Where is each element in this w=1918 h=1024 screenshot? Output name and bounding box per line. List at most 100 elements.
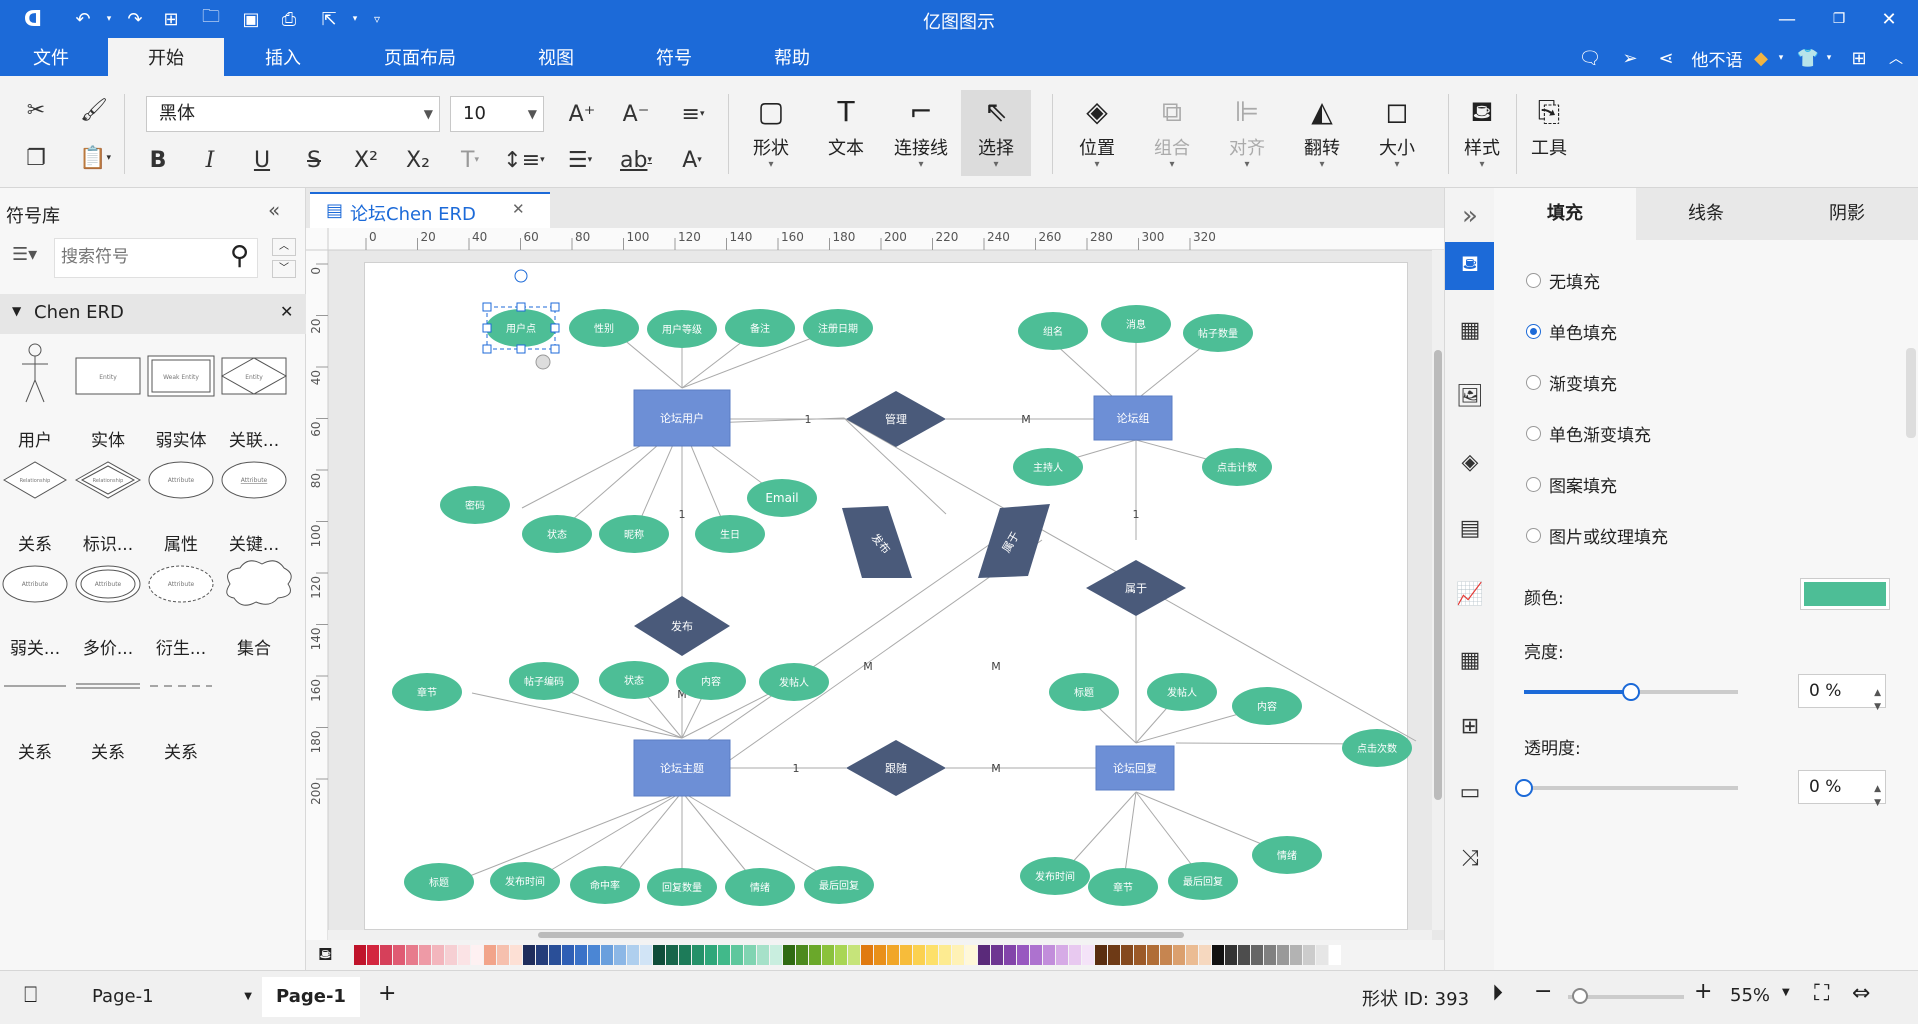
attribute[interactable]: 发布时间	[1020, 857, 1090, 895]
attribute[interactable]: 用户点	[486, 309, 556, 347]
color-swatch[interactable]	[770, 945, 782, 965]
shape-entity[interactable]: Entity	[75, 357, 141, 395]
play-icon[interactable]: ⏵	[1492, 981, 1503, 1006]
scroll-down-icon[interactable]: ﹀	[272, 260, 296, 278]
shape-relationship[interactable]: Relationship	[3, 461, 67, 499]
send-icon[interactable]: ➢	[1616, 44, 1644, 72]
zoom-dropdown-icon[interactable]: ▼	[1782, 987, 1790, 998]
attribute[interactable]: 密码	[440, 486, 510, 524]
vip-diamond-icon[interactable]: ◆	[1748, 44, 1774, 72]
zoom-slider[interactable]	[1568, 988, 1684, 1004]
align-button[interactable]: ⊫ 对齐 ▾	[1212, 90, 1282, 176]
shape-weak-key-attribute[interactable]: Attribute	[2, 565, 68, 603]
color-swatch[interactable]	[744, 945, 756, 965]
fill-option-none[interactable]: 无填充	[1526, 268, 1600, 293]
entity-user[interactable]: 论坛用户	[633, 389, 731, 447]
zoom-in-icon[interactable]: +	[1694, 979, 1712, 1004]
color-swatch[interactable]	[913, 945, 925, 965]
er-diagram[interactable]: 1 M 1 1 M M M 1 M 论坛用户 论坛组论坛主题 论坛回复管理跟随属于发…	[306, 188, 1444, 940]
search-input[interactable]	[61, 247, 211, 267]
entity-board[interactable]: 论坛组	[1093, 395, 1173, 441]
line-spacing-icon[interactable]: ↕≡ ▾	[500, 142, 548, 178]
apps-grid-icon[interactable]: ⊞	[1844, 44, 1874, 72]
attribute[interactable]: 帖子数量	[1183, 314, 1253, 352]
share-icon[interactable]: ⋖	[1652, 44, 1680, 72]
bullet-list-icon[interactable]: ☰ ▾	[556, 142, 604, 178]
entity-reply[interactable]: 论坛回复	[1095, 745, 1175, 791]
fill-option-gradient[interactable]: 渐变填充	[1526, 370, 1617, 395]
relationship[interactable]: 属于	[1086, 560, 1186, 616]
position-button[interactable]: ◈ 位置 ▾	[1062, 90, 1132, 176]
attribute[interactable]: 情绪	[1252, 836, 1322, 874]
attribute[interactable]: 标题	[404, 863, 474, 901]
zoom-level[interactable]: 55%	[1730, 985, 1770, 1006]
text-style-icon[interactable]: T ▾	[448, 142, 492, 178]
color-swatch[interactable]	[510, 945, 522, 965]
text-align-icon[interactable]: ≡ ▾	[670, 96, 716, 132]
attribute[interactable]: 章节	[1088, 868, 1158, 906]
menu-view[interactable]: 视图	[522, 38, 590, 76]
attribute[interactable]: 消息	[1101, 305, 1171, 343]
color-swatch[interactable]	[1173, 945, 1185, 965]
color-swatch[interactable]	[757, 945, 769, 965]
color-swatch[interactable]	[796, 945, 808, 965]
font-family-select[interactable]: 黑体 ▼	[146, 96, 440, 132]
presentation-icon[interactable]: ▭	[1445, 768, 1495, 816]
menu-file[interactable]: 文件	[18, 38, 84, 76]
attribute[interactable]: 最后回复	[804, 866, 874, 904]
flip-button[interactable]: ◭ 翻转 ▾	[1287, 90, 1357, 176]
tab-line[interactable]: 线条	[1636, 188, 1776, 240]
format-painter-icon[interactable]: 🖌	[76, 92, 112, 128]
scrollbar-thumb[interactable]	[538, 932, 1184, 938]
color-swatch[interactable]	[1238, 945, 1250, 965]
fill-option-pattern[interactable]: 图案填充	[1526, 472, 1617, 497]
color-swatch[interactable]	[705, 945, 717, 965]
font-grow-icon[interactable]: A⁺	[564, 96, 600, 132]
color-swatch[interactable]	[1199, 945, 1211, 965]
color-swatch[interactable]	[1030, 945, 1042, 965]
color-swatch[interactable]	[536, 945, 548, 965]
color-swatch[interactable]	[1004, 945, 1016, 965]
shape-identifying-relationship[interactable]: Relationship	[74, 461, 142, 499]
expand-panel-icon[interactable]: »	[1445, 192, 1495, 240]
user-dropdown-icon[interactable]: ▾	[1774, 44, 1788, 72]
color-swatch[interactable]	[1121, 945, 1133, 965]
color-swatch[interactable]	[549, 945, 561, 965]
select-button[interactable]: ⇖ 选择 ▾	[961, 90, 1031, 176]
attribute[interactable]: 组名	[1018, 312, 1088, 350]
attribute[interactable]: 主持人	[1013, 448, 1083, 486]
color-swatch[interactable]	[393, 945, 405, 965]
page-panel-icon[interactable]: ⎕	[24, 983, 37, 1008]
attribute[interactable]: 最后回复	[1168, 862, 1238, 900]
color-swatch[interactable]	[1095, 945, 1107, 965]
color-swatch[interactable]	[419, 945, 431, 965]
color-swatch[interactable]	[1082, 945, 1094, 965]
color-swatch[interactable]	[1316, 945, 1328, 965]
attribute[interactable]: 注册日期	[803, 309, 873, 347]
color-swatch[interactable]	[406, 945, 418, 965]
fit-width-icon[interactable]: ⇔	[1852, 981, 1870, 1006]
chart-icon[interactable]: 📈	[1445, 570, 1495, 618]
color-swatch[interactable]	[991, 945, 1003, 965]
organize-icon[interactable]: ⊞	[1445, 702, 1495, 750]
menu-page-layout[interactable]: 页面布局	[368, 38, 472, 76]
relationship[interactable]: 发布	[842, 506, 912, 578]
spin-down-icon[interactable]: ▼	[1874, 787, 1881, 819]
group-button[interactable]: ⧉ 组合 ▾	[1137, 90, 1207, 176]
color-swatch[interactable]	[445, 945, 457, 965]
strikethrough-icon[interactable]: S	[296, 142, 332, 178]
color-swatch[interactable]	[835, 945, 847, 965]
color-swatch[interactable]	[523, 945, 535, 965]
spin-down-icon[interactable]: ▼	[1874, 691, 1881, 723]
color-swatch[interactable]	[1212, 945, 1224, 965]
color-swatch[interactable]	[1056, 945, 1068, 965]
page-tab[interactable]: Page-1	[262, 977, 360, 1017]
fill-panel-icon[interactable]: ⛾	[1445, 242, 1495, 290]
attribute[interactable]: 发帖人	[1147, 673, 1217, 711]
page-selector[interactable]: Page-1 ▼	[80, 981, 252, 1013]
connector-button[interactable]: ⌐ 连接线 ▾	[886, 90, 956, 176]
relationship[interactable]: 发布	[634, 596, 730, 656]
attribute[interactable]: 发布时间	[490, 862, 560, 900]
color-swatch[interactable]	[367, 945, 379, 965]
color-swatch[interactable]	[900, 945, 912, 965]
